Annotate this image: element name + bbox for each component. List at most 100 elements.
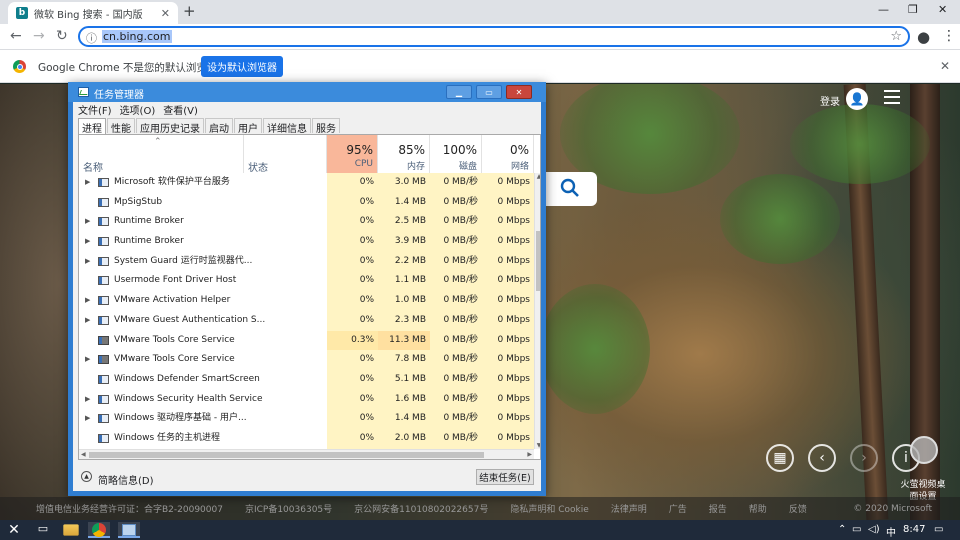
tab-app-history[interactable]: 应用历史记录: [136, 118, 204, 135]
expand-arrow-icon[interactable]: ▶: [85, 350, 90, 370]
menu-view[interactable]: 查看(V): [163, 102, 198, 117]
end-task-button[interactable]: 结束任务(E): [476, 469, 534, 485]
vertical-scrollbar[interactable]: ▲ ▼: [534, 173, 540, 449]
menu-file[interactable]: 文件(F): [78, 102, 112, 117]
tab-details[interactable]: 详细信息: [263, 118, 311, 135]
tray-expand-icon[interactable]: ⌃: [838, 524, 846, 535]
fewer-details-link[interactable]: 简略信息(D): [98, 472, 154, 487]
forward-arrow-icon[interactable]: →: [33, 28, 45, 44]
address-bar[interactable]: ⓘ cn.bing.com ☆: [78, 26, 910, 47]
hamburger-menu-icon[interactable]: [884, 90, 900, 104]
table-row[interactable]: ▶ Runtime Broker 0% 2.5 MB 0 MB/秒 0 Mbps: [79, 212, 534, 233]
file-explorer-icon[interactable]: [60, 522, 82, 538]
tab-processes[interactable]: 进程: [78, 118, 106, 135]
user-avatar-icon[interactable]: 👤: [846, 88, 868, 110]
notification-icon[interactable]: ▭: [934, 524, 943, 535]
table-row[interactable]: ▶ Microsoft 软件保护平台服务 0% 3.0 MB 0 MB/秒 0 Mbps: [79, 173, 534, 193]
next-image-button[interactable]: ›: [850, 444, 878, 472]
expand-arrow-icon[interactable]: ▶: [85, 291, 90, 311]
table-row[interactable]: ▶ Windows Security Health Service 0% 1.6 MB…: [79, 389, 534, 410]
expand-arrow-icon[interactable]: ▶: [85, 173, 90, 193]
expand-arrow-icon[interactable]: ▶: [85, 390, 90, 410]
chrome-taskbar-icon[interactable]: [88, 522, 110, 538]
qr-code-icon[interactable]: ▦: [766, 444, 794, 472]
footer-link[interactable]: 法律声明: [611, 502, 647, 515]
scroll-thumb[interactable]: [536, 231, 540, 291]
footer-link[interactable]: 增值电信业务经营许可证：合字B2-20090007: [36, 502, 223, 515]
set-default-browser-button[interactable]: 设为默认浏览器: [201, 56, 283, 77]
input-language[interactable]: 中: [886, 524, 896, 539]
new-tab-button[interactable]: +: [183, 2, 196, 20]
volume-icon[interactable]: ◁): [868, 524, 880, 535]
expand-arrow-icon[interactable]: ▶: [85, 212, 90, 232]
scroll-right-icon[interactable]: ▶: [527, 450, 532, 459]
footer-link[interactable]: 京ICP备10036305号: [245, 502, 332, 515]
column-network[interactable]: 0% 网络: [482, 135, 534, 173]
column-memory[interactable]: 85% 内存: [378, 135, 430, 173]
bookmark-star-icon[interactable]: ☆: [890, 29, 902, 44]
horizontal-scrollbar[interactable]: ◀ ▶: [79, 449, 534, 459]
taskbar-search-icon[interactable]: ▭: [32, 522, 54, 538]
tab-performance[interactable]: 性能: [107, 118, 135, 135]
footer-link[interactable]: 帮助: [749, 502, 767, 515]
column-cpu[interactable]: 95% CPU: [327, 135, 378, 173]
tab-users[interactable]: 用户: [234, 118, 262, 135]
url-text[interactable]: cn.bing.com: [102, 30, 172, 43]
column-disk[interactable]: 100% 磁盘: [430, 135, 482, 173]
info-icon[interactable]: ⓘ: [86, 30, 97, 46]
clock-time[interactable]: 8:47: [903, 524, 925, 535]
task-manager-titlebar[interactable]: 任务管理器 ▁ ▭ ✕: [68, 82, 546, 102]
settings-gear-icon[interactable]: [910, 436, 938, 464]
login-link[interactable]: 登录: [820, 93, 840, 108]
table-row[interactable]: ▶ VMware Guest Authentication S... 0% 2.3 M…: [79, 310, 534, 331]
table-row[interactable]: ▶ VMware Tools Core Service 0% 7.8 MB 0 MB/秒…: [79, 350, 534, 370]
browser-tab[interactable]: b 微软 Bing 搜索 - 国内版 ✕: [8, 2, 178, 24]
footer-link[interactable]: 报告: [709, 502, 727, 515]
table-row[interactable]: Usermode Font Driver Host 0% 1.1 MB 0 MB/秒 0…: [79, 271, 534, 292]
footer-link[interactable]: 反馈: [789, 502, 807, 515]
reload-icon[interactable]: ↻: [56, 28, 68, 44]
account-icon[interactable]: ●: [917, 28, 930, 46]
tab-startup[interactable]: 启动: [205, 118, 233, 135]
expand-arrow-icon[interactable]: ▶: [85, 311, 90, 331]
table-row[interactable]: ▶ Runtime Broker 0% 3.9 MB 0 MB/秒 0 Mbps: [79, 232, 534, 252]
tm-maximize-button[interactable]: ▭: [476, 85, 502, 99]
tab-services[interactable]: 服务: [312, 118, 340, 135]
table-row[interactable]: ▶ System Guard 运行时监视器代... 0% 2.2 MB 0 MB/秒 0 …: [79, 251, 534, 272]
footer-link[interactable]: 京公网安备11010802022657号: [354, 502, 488, 515]
collapse-arrow-icon[interactable]: ▲: [81, 471, 92, 482]
minimize-button[interactable]: —: [878, 3, 889, 16]
column-status[interactable]: 状态: [244, 135, 327, 174]
scroll-left-icon[interactable]: ◀: [81, 450, 86, 459]
scroll-thumb[interactable]: [89, 452, 484, 458]
more-menu-icon[interactable]: ⋮: [942, 28, 956, 44]
scroll-up-icon[interactable]: ▲: [535, 173, 540, 180]
search-icon[interactable]: [560, 178, 580, 198]
tm-close-button[interactable]: ✕: [506, 85, 532, 99]
table-row[interactable]: MpSigStub 0% 1.4 MB 0 MB/秒 0 Mbps: [79, 192, 534, 213]
maximize-button[interactable]: ❐: [908, 3, 918, 16]
tab-close-icon[interactable]: ✕: [161, 7, 170, 20]
footer-link[interactable]: 隐私声明和 Cookie: [510, 502, 588, 515]
expand-arrow-icon[interactable]: ▶: [85, 252, 90, 272]
infobar-close-icon[interactable]: ✕: [940, 59, 950, 73]
column-name[interactable]: ⌃ 名称: [79, 135, 244, 174]
table-row[interactable]: ▶ Windows 驱动程序基础 - 用户... 0% 1.4 MB 0 MB/秒 0 M…: [79, 409, 534, 429]
table-row[interactable]: VMware Tools Core Service 0.3% 11.3 MB 0 MB…: [79, 330, 534, 351]
expand-arrow-icon[interactable]: ▶: [85, 409, 90, 429]
previous-image-button[interactable]: ‹: [808, 444, 836, 472]
table-row[interactable]: Windows Defender SmartScreen 0% 5.1 MB 0 MB…: [79, 369, 534, 390]
tm-minimize-button[interactable]: ▁: [446, 85, 472, 99]
table-row[interactable]: Windows 任务的主机进程 0% 2.0 MB 0 MB/秒 0 Mbps: [79, 428, 534, 449]
back-arrow-icon[interactable]: ←: [10, 28, 22, 44]
start-button-icon[interactable]: ✕: [3, 521, 25, 539]
scroll-down-icon[interactable]: ▼: [535, 442, 540, 449]
table-row[interactable]: ▶ VMware Activation Helper 0% 1.0 MB 0 MB/秒 0…: [79, 291, 534, 311]
expand-arrow-icon[interactable]: ▶: [85, 232, 90, 252]
menu-options[interactable]: 选项(O): [120, 102, 156, 117]
network-icon[interactable]: ▭: [852, 524, 861, 535]
task-manager-taskbar-icon[interactable]: [118, 522, 140, 538]
search-box[interactable]: [545, 172, 597, 206]
footer-link[interactable]: 广告: [669, 502, 687, 515]
close-window-button[interactable]: ✕: [938, 3, 947, 16]
